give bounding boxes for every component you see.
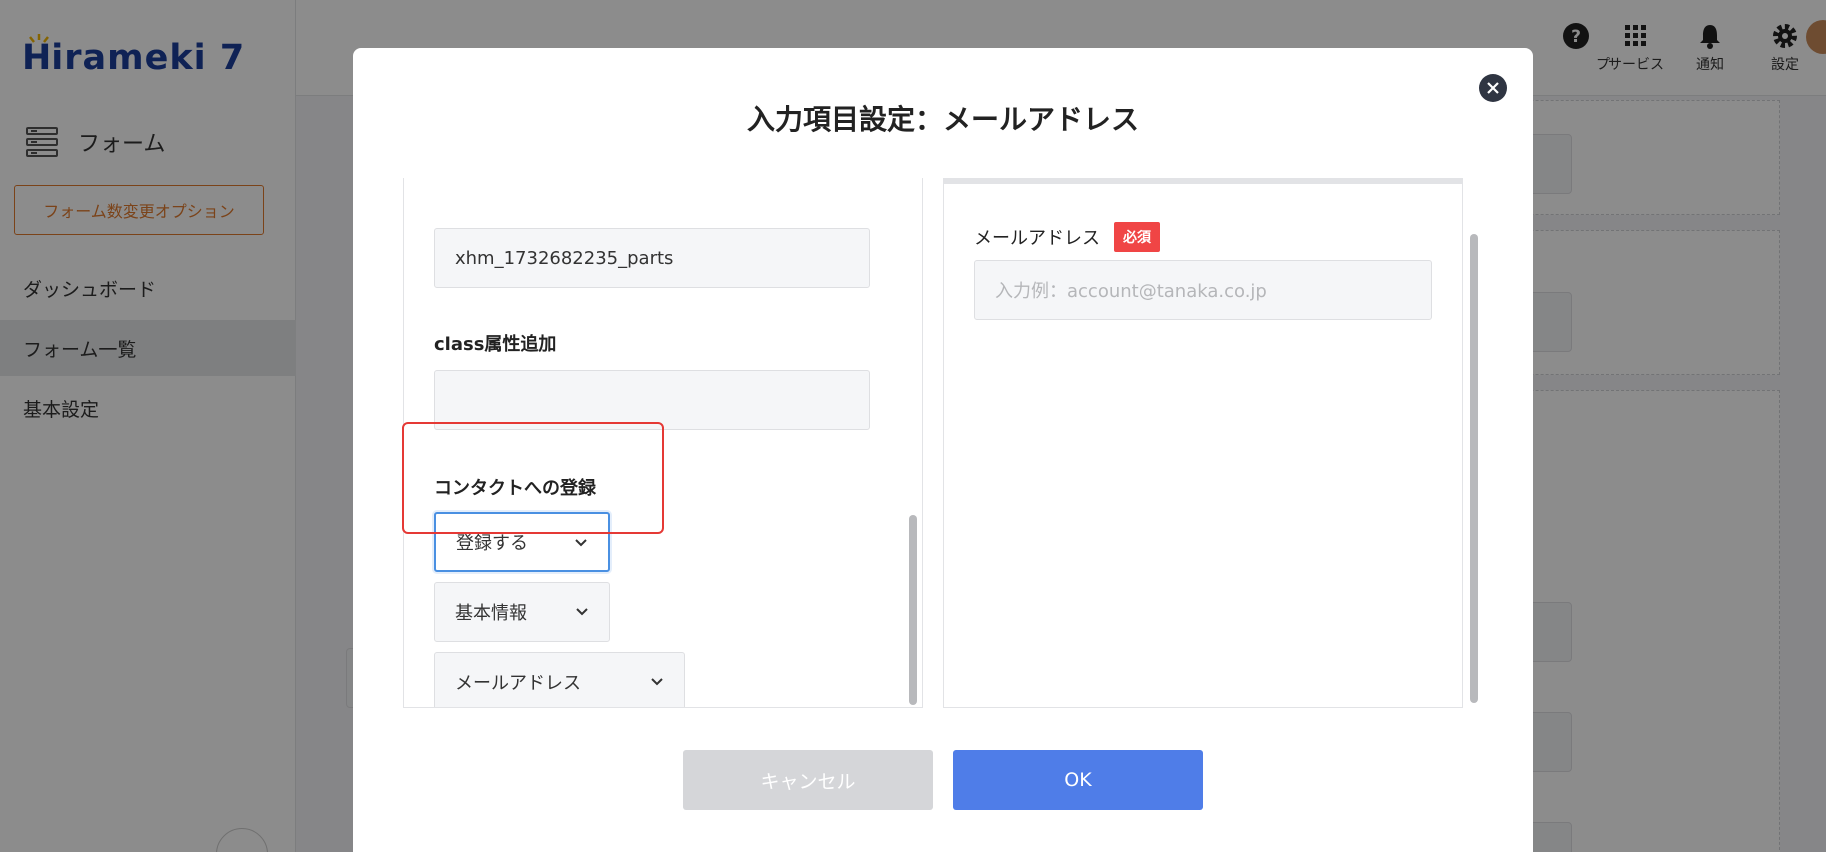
chevron-down-icon	[651, 678, 663, 686]
highlight-box	[402, 422, 664, 534]
cancel-button[interactable]: キャンセル	[683, 750, 933, 810]
preview-label: メールアドレス 必須	[974, 222, 1160, 252]
class-label: class属性追加	[434, 334, 557, 355]
required-badge: 必須	[1114, 222, 1160, 252]
preview-scrollbar[interactable]	[1470, 234, 1478, 703]
close-icon	[1487, 82, 1499, 94]
preview-panel: メールアドレス 必須 入力例：account@tanaka.co.jp	[943, 178, 1463, 708]
name-attribute-input[interactable]: xhm_1732682235_parts	[434, 228, 870, 288]
contact-field-select[interactable]: メールアドレス	[434, 652, 685, 707]
settings-scrollbar[interactable]	[909, 515, 917, 705]
contact-category-value: 基本情報	[455, 603, 527, 624]
class-input[interactable]	[434, 370, 870, 430]
close-button[interactable]	[1479, 74, 1507, 102]
chevron-down-icon	[575, 539, 587, 547]
chevron-down-icon	[576, 608, 588, 616]
contact-category-select[interactable]: 基本情報	[434, 582, 610, 642]
ok-button[interactable]: OK	[953, 750, 1203, 810]
preview-label-text: メールアドレス	[974, 228, 1100, 249]
contact-field-value: メールアドレス	[455, 673, 581, 694]
modal-title: 入力項目設定：メールアドレス	[746, 103, 1139, 136]
preview-email-input[interactable]: 入力例：account@tanaka.co.jp	[974, 260, 1432, 320]
